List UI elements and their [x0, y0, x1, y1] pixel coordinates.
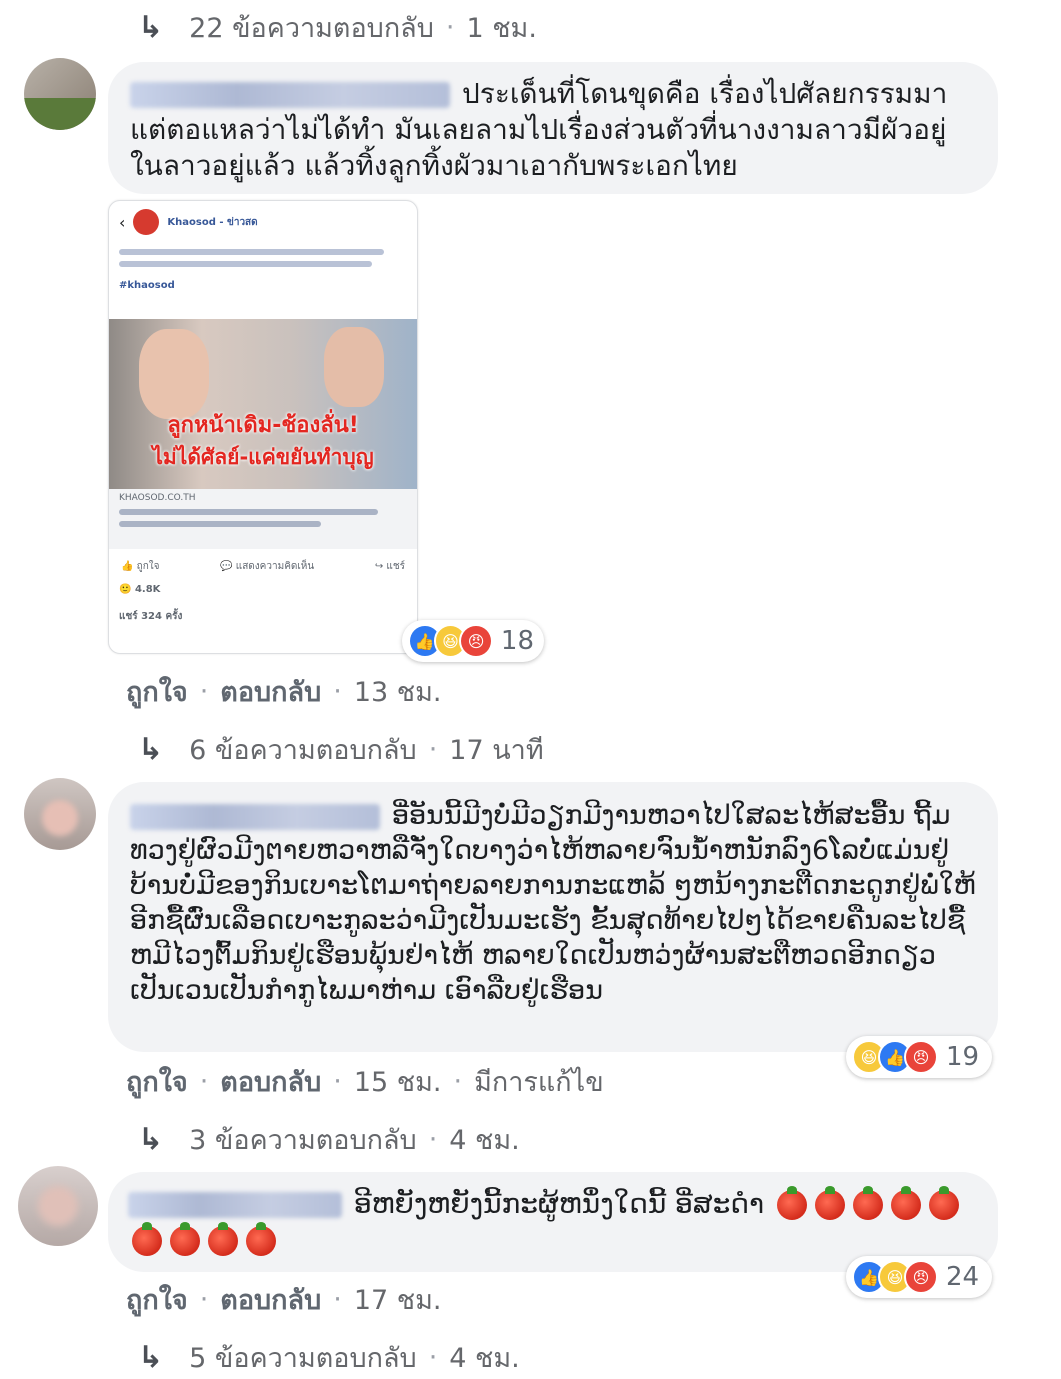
- shared-post-image[interactable]: ‹ Khaosod - ข่าวสด #khaosod ลูกหน้าเดิม-…: [108, 200, 418, 654]
- author-name-blurred[interactable]: [128, 1192, 342, 1218]
- avatar[interactable]: [18, 1166, 98, 1246]
- like-link[interactable]: ถูกใจ: [126, 1278, 188, 1321]
- reaction-summary-2[interactable]: 😆 👍 😠 19: [846, 1036, 992, 1078]
- reaction-count: 19: [946, 1042, 980, 1072]
- angry-reaction-icon: 😠: [459, 624, 493, 658]
- post-hashtag: #khaosod: [119, 280, 175, 291]
- comment-bubble-2: ອີ່ອັນນີ້ມີງບໍ່ມີວຽກມີງານຫວາໄປໃສລະໄຫ້ສະອ…: [108, 782, 998, 1052]
- tomato-emoji-icon: [246, 1222, 276, 1256]
- reply-arrow-icon: ↳: [138, 732, 164, 767]
- post-caption: #khaosod: [109, 249, 417, 319]
- back-chevron-icon: ‹: [119, 212, 126, 232]
- view-replies-link-2[interactable]: ↳ 3 ข้อความตอบกลับ · 4 ชม.: [138, 1118, 520, 1161]
- link-domain: KHAOSOD.CO.TH: [119, 493, 196, 503]
- headline-overlay-2: ไม่ได้ศัลย์-แค่ขยันทำบุญ: [152, 445, 374, 469]
- like-link[interactable]: ถูกใจ: [126, 670, 188, 713]
- reaction-summary-1[interactable]: 👍 😆 😠 18: [402, 620, 544, 662]
- like-link[interactable]: ถูกใจ: [126, 1060, 188, 1103]
- author-name-blurred[interactable]: [130, 803, 380, 830]
- reply-link[interactable]: ตอบกลับ: [220, 1060, 321, 1103]
- comment-timestamp[interactable]: 17 ชม.: [354, 1278, 442, 1321]
- reply-link[interactable]: ตอบกลับ: [220, 670, 321, 713]
- comment-bubble-1: ประเด็นที่โดนขุดคือ เรื่องไปศัลยกรรมมา แ…: [108, 62, 998, 194]
- tomato-emoji-icon: [777, 1186, 808, 1220]
- author-name-blurred[interactable]: [130, 82, 450, 108]
- post-reaction-total: 🙂 4.8K: [119, 584, 161, 595]
- reply-link[interactable]: ตอบกลับ: [220, 1278, 321, 1321]
- edited-label[interactable]: มีการแก้ไข: [474, 1060, 604, 1103]
- reply-arrow-icon: ↳: [138, 10, 164, 45]
- comment-timestamp[interactable]: 13 ชม.: [354, 670, 442, 713]
- post-header: ‹ Khaosod - ข่าวสด: [109, 201, 417, 243]
- tomato-emoji-icon: [853, 1186, 884, 1220]
- reaction-count: 24: [946, 1262, 980, 1292]
- comment-text: ອີຫຍັງຫຍັງນີ້ກະຜູ້ຫນຶ່ງໃດນີ້ ອີ່ສະດຳ: [354, 1187, 765, 1220]
- comment-actions-1: ถูกใจ · ตอบกลับ · 13 ชม.: [126, 670, 441, 713]
- post-photo: ลูกหน้าเดิม-ช้องลั่น! ไม่ได้ศัลย์-แค่ขยั…: [109, 319, 417, 489]
- reply-arrow-icon: ↳: [138, 1122, 164, 1157]
- tomato-emoji-icon: [132, 1222, 162, 1256]
- page-logo-icon: [133, 209, 160, 235]
- tomato-emoji-icon: [170, 1222, 200, 1256]
- comment-actions-3: ถูกใจ · ตอบกลับ · 17 ชม.: [126, 1278, 441, 1321]
- post-action-bar: 👍 ถูกใจ 💬 แสดงความคิดเห็น ↪ แชร์: [109, 549, 417, 584]
- comment-timestamp[interactable]: 15 ชม.: [354, 1060, 442, 1103]
- avatar[interactable]: [24, 778, 96, 850]
- link-preview-footer: KHAOSOD.CO.TH: [109, 489, 417, 549]
- angry-reaction-icon: 😠: [904, 1040, 938, 1074]
- tomato-emoji-icon: [208, 1222, 238, 1256]
- post-like-button[interactable]: 👍 ถูกใจ: [121, 559, 160, 574]
- tomato-emoji-icon: [929, 1186, 960, 1220]
- post-share-count: แชร์ 324 ครั้ง: [119, 611, 183, 622]
- reply-arrow-icon: ↳: [138, 1340, 164, 1375]
- reaction-summary-3[interactable]: 👍 😆 😠 24: [846, 1256, 992, 1298]
- avatar-photo: [24, 98, 96, 130]
- avatar[interactable]: [24, 58, 96, 130]
- comment-text: ອີ່ອັນນີ້ມີງບໍ່ມີວຽກມີງານຫວາໄປໃສລະໄຫ້ສະອ…: [130, 800, 976, 1006]
- angry-reaction-icon: 😠: [904, 1260, 938, 1294]
- post-comment-button[interactable]: 💬 แสดงความคิดเห็น: [220, 559, 314, 574]
- view-replies-link-0[interactable]: ↳ 22 ข้อความตอบกลับ · 1 ชม.: [138, 6, 537, 49]
- tomato-emoji-icon: [891, 1186, 922, 1220]
- comment-actions-2: ถูกใจ · ตอบกลับ · 15 ชม. · มีการแก้ไข: [126, 1060, 604, 1103]
- tomato-emoji-icon: [815, 1186, 846, 1220]
- post-share-button[interactable]: ↪ แชร์: [375, 559, 405, 574]
- page-name: Khaosod - ข่าวสด: [167, 216, 258, 228]
- headline-overlay-1: ลูกหน้าเดิม-ช้องลั่น!: [167, 413, 359, 438]
- view-replies-link-1[interactable]: ↳ 6 ข้อความตอบกลับ · 17 นาที: [138, 728, 544, 771]
- reaction-count: 18: [500, 626, 535, 656]
